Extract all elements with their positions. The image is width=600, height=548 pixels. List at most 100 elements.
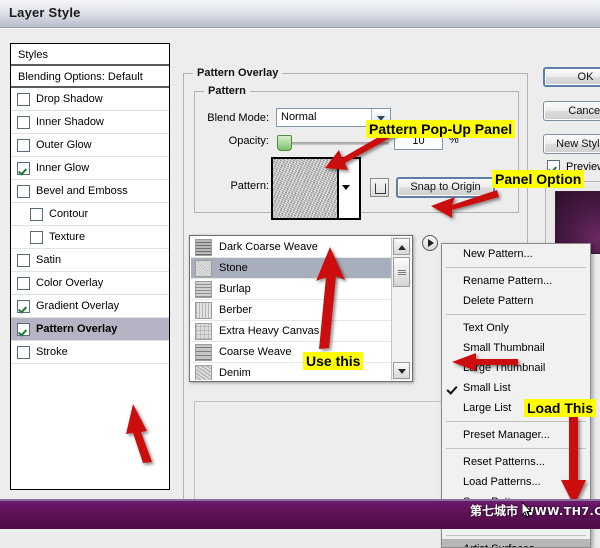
watermark-cn: 第七城市 bbox=[470, 504, 518, 518]
mouse-cursor-icon bbox=[522, 502, 533, 518]
styles-panel-header[interactable]: Styles bbox=[11, 44, 169, 66]
style-effect-row[interactable]: Outer Glow bbox=[11, 134, 169, 157]
pattern-list-item[interactable]: Extra Heavy Canvas bbox=[191, 321, 391, 342]
pattern-swatch[interactable] bbox=[271, 157, 339, 220]
effect-checkbox[interactable] bbox=[17, 300, 30, 313]
annotation-load-this: Load This bbox=[524, 399, 596, 417]
menu-item[interactable]: Reset Patterns... bbox=[442, 452, 590, 472]
snap-to-origin-button[interactable]: Snap to Origin bbox=[396, 177, 495, 198]
dialog-client-area: Styles Blending Options: Default Drop Sh… bbox=[0, 28, 600, 500]
opacity-slider-track[interactable] bbox=[277, 142, 389, 145]
menu-item[interactable]: Small Thumbnail bbox=[442, 338, 590, 358]
opacity-label: Opacity: bbox=[190, 135, 269, 147]
effect-label: Inner Glow bbox=[36, 157, 89, 180]
new-preset-icon[interactable] bbox=[370, 178, 389, 197]
effect-label: Contour bbox=[49, 203, 88, 226]
blend-mode-label: Blend Mode: bbox=[190, 112, 269, 124]
effect-checkbox[interactable] bbox=[17, 254, 30, 267]
pattern-thumbnail-icon bbox=[195, 281, 212, 298]
style-effect-row[interactable]: Bevel and Emboss bbox=[11, 180, 169, 203]
preview-swatch bbox=[545, 181, 600, 245]
effect-checkbox[interactable] bbox=[17, 323, 30, 336]
effect-checkbox[interactable] bbox=[17, 93, 30, 106]
pattern-thumbnail-icon bbox=[195, 302, 212, 319]
pattern-thumbnail-icon bbox=[195, 239, 212, 256]
menu-item[interactable]: Artist Surfaces bbox=[442, 539, 590, 548]
effect-label: Stroke bbox=[36, 341, 68, 364]
menu-item[interactable]: Large Thumbnail bbox=[442, 358, 590, 378]
effect-label: Texture bbox=[49, 226, 85, 249]
pattern-name: Berber bbox=[219, 304, 252, 316]
layer-style-dialog: Layer Style Styles Blending Options: Def… bbox=[0, 0, 600, 527]
blend-mode-value: Normal bbox=[281, 111, 316, 123]
new-style-button[interactable]: New Style... bbox=[543, 134, 600, 154]
panel-options-icon[interactable] bbox=[422, 235, 438, 251]
styles-panel: Styles Blending Options: Default Drop Sh… bbox=[10, 43, 170, 490]
style-effect-row[interactable]: Stroke bbox=[11, 341, 169, 364]
effect-label: Pattern Overlay bbox=[36, 318, 117, 341]
effect-label: Color Overlay bbox=[36, 272, 103, 295]
menu-item[interactable]: Load Patterns... bbox=[442, 472, 590, 492]
blending-options-row[interactable]: Blending Options: Default bbox=[11, 66, 169, 88]
watermark: 第七城市 WWW.TH7.CN bbox=[470, 502, 600, 519]
scroll-down-icon[interactable] bbox=[393, 362, 410, 379]
effect-checkbox[interactable] bbox=[17, 185, 30, 198]
effect-checkbox[interactable] bbox=[17, 346, 30, 359]
ok-button[interactable]: OK bbox=[543, 67, 600, 87]
effect-label: Inner Shadow bbox=[36, 111, 104, 134]
effect-checkbox[interactable] bbox=[17, 139, 30, 152]
effect-checkbox[interactable] bbox=[17, 162, 30, 175]
effect-checkbox[interactable] bbox=[17, 116, 30, 129]
style-effect-row[interactable]: Contour bbox=[11, 203, 169, 226]
pattern-list-item[interactable]: Burlap bbox=[191, 279, 391, 300]
pattern-label: Pattern: bbox=[190, 180, 269, 192]
annotation-panel-option: Panel Option bbox=[492, 170, 584, 188]
menu-item[interactable]: Small List bbox=[442, 378, 590, 398]
style-effect-row[interactable]: Pattern Overlay bbox=[11, 318, 169, 341]
pattern-thumbnail-icon bbox=[195, 323, 212, 340]
menu-item[interactable]: New Pattern... bbox=[442, 244, 590, 264]
pattern-list-item[interactable]: Berber bbox=[191, 300, 391, 321]
pattern-overlay-group-title: Pattern Overlay bbox=[193, 67, 282, 79]
opacity-slider-thumb[interactable] bbox=[277, 135, 292, 151]
menu-separator bbox=[446, 314, 586, 315]
scrollbar-thumb[interactable] bbox=[393, 257, 410, 287]
style-effect-row[interactable]: Inner Glow bbox=[11, 157, 169, 180]
menu-item[interactable]: Preset Manager... bbox=[442, 425, 590, 445]
cancel-button[interactable]: Cancel bbox=[543, 101, 600, 121]
style-effect-row[interactable]: Texture bbox=[11, 226, 169, 249]
pattern-group-title: Pattern bbox=[204, 85, 250, 97]
pattern-thumbnail-icon bbox=[195, 365, 212, 381]
window-title: Layer Style bbox=[9, 5, 81, 20]
watermark-en: WWW.TH7.CN bbox=[522, 505, 600, 518]
style-effect-row[interactable]: Color Overlay bbox=[11, 272, 169, 295]
pattern-list-item[interactable]: Dark Coarse Weave bbox=[191, 237, 391, 258]
style-effect-row[interactable]: Drop Shadow bbox=[11, 88, 169, 111]
menu-item[interactable]: Delete Pattern bbox=[442, 291, 590, 311]
pattern-name: Coarse Weave bbox=[219, 346, 292, 358]
pattern-name: Extra Heavy Canvas bbox=[219, 325, 319, 337]
effect-checkbox[interactable] bbox=[17, 277, 30, 290]
pattern-name: Burlap bbox=[219, 283, 251, 295]
pattern-name: Denim bbox=[219, 367, 251, 379]
effect-checkbox[interactable] bbox=[30, 208, 43, 221]
menu-separator bbox=[446, 535, 586, 536]
menu-item[interactable]: Rename Pattern... bbox=[442, 271, 590, 291]
scroll-up-icon[interactable] bbox=[393, 238, 410, 255]
pattern-list-item[interactable]: Stone bbox=[191, 258, 391, 279]
pattern-popup-panel: Dark Coarse Weave Stone Burlap Berber Extra … bbox=[189, 235, 413, 382]
pattern-name: Stone bbox=[219, 262, 248, 274]
menu-separator bbox=[446, 267, 586, 268]
style-effect-row[interactable]: Gradient Overlay bbox=[11, 295, 169, 318]
effect-label: Gradient Overlay bbox=[36, 295, 119, 318]
pattern-list-scrollbar[interactable] bbox=[391, 237, 411, 380]
menu-separator bbox=[446, 421, 586, 422]
style-effect-row[interactable]: Inner Shadow bbox=[11, 111, 169, 134]
effect-label: Bevel and Emboss bbox=[36, 180, 128, 203]
pattern-thumbnail-icon bbox=[195, 344, 212, 361]
menu-item[interactable]: Text Only bbox=[442, 318, 590, 338]
title-bar: Layer Style bbox=[0, 0, 600, 28]
effect-checkbox[interactable] bbox=[30, 231, 43, 244]
style-effect-row[interactable]: Satin bbox=[11, 249, 169, 272]
pattern-dropdown-arrow[interactable] bbox=[339, 157, 361, 220]
